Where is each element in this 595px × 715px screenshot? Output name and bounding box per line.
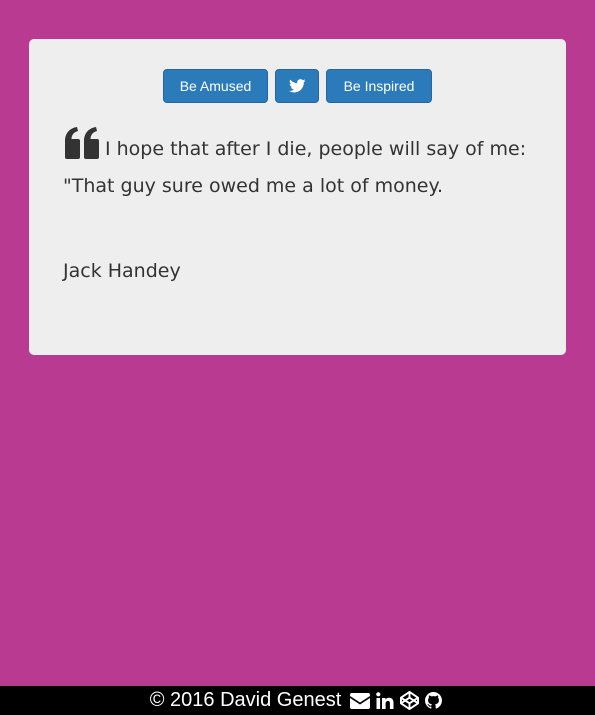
be-inspired-button[interactable]: Be Inspired xyxy=(326,69,432,103)
github-icon[interactable] xyxy=(425,692,443,709)
quote-card: Be Amused Be Inspired I hope that after … xyxy=(29,39,566,355)
quote-author: Jack Handey xyxy=(63,260,181,282)
tweet-button[interactable] xyxy=(275,69,319,103)
linkedin-icon[interactable] xyxy=(376,692,394,709)
quote-left-icon xyxy=(63,127,101,170)
twitter-icon xyxy=(288,79,306,93)
footer: © 2016 David Genest xyxy=(0,686,595,715)
copyright-text: © 2016 David Genest xyxy=(149,689,342,711)
quote-text: I hope that after I die, people will say… xyxy=(63,138,527,197)
codepen-icon[interactable] xyxy=(400,691,420,710)
envelope-icon[interactable] xyxy=(350,692,371,709)
quote-block: I hope that after I die, people will say… xyxy=(63,127,533,203)
button-row: Be Amused Be Inspired xyxy=(29,69,566,103)
be-amused-button[interactable]: Be Amused xyxy=(163,69,268,103)
